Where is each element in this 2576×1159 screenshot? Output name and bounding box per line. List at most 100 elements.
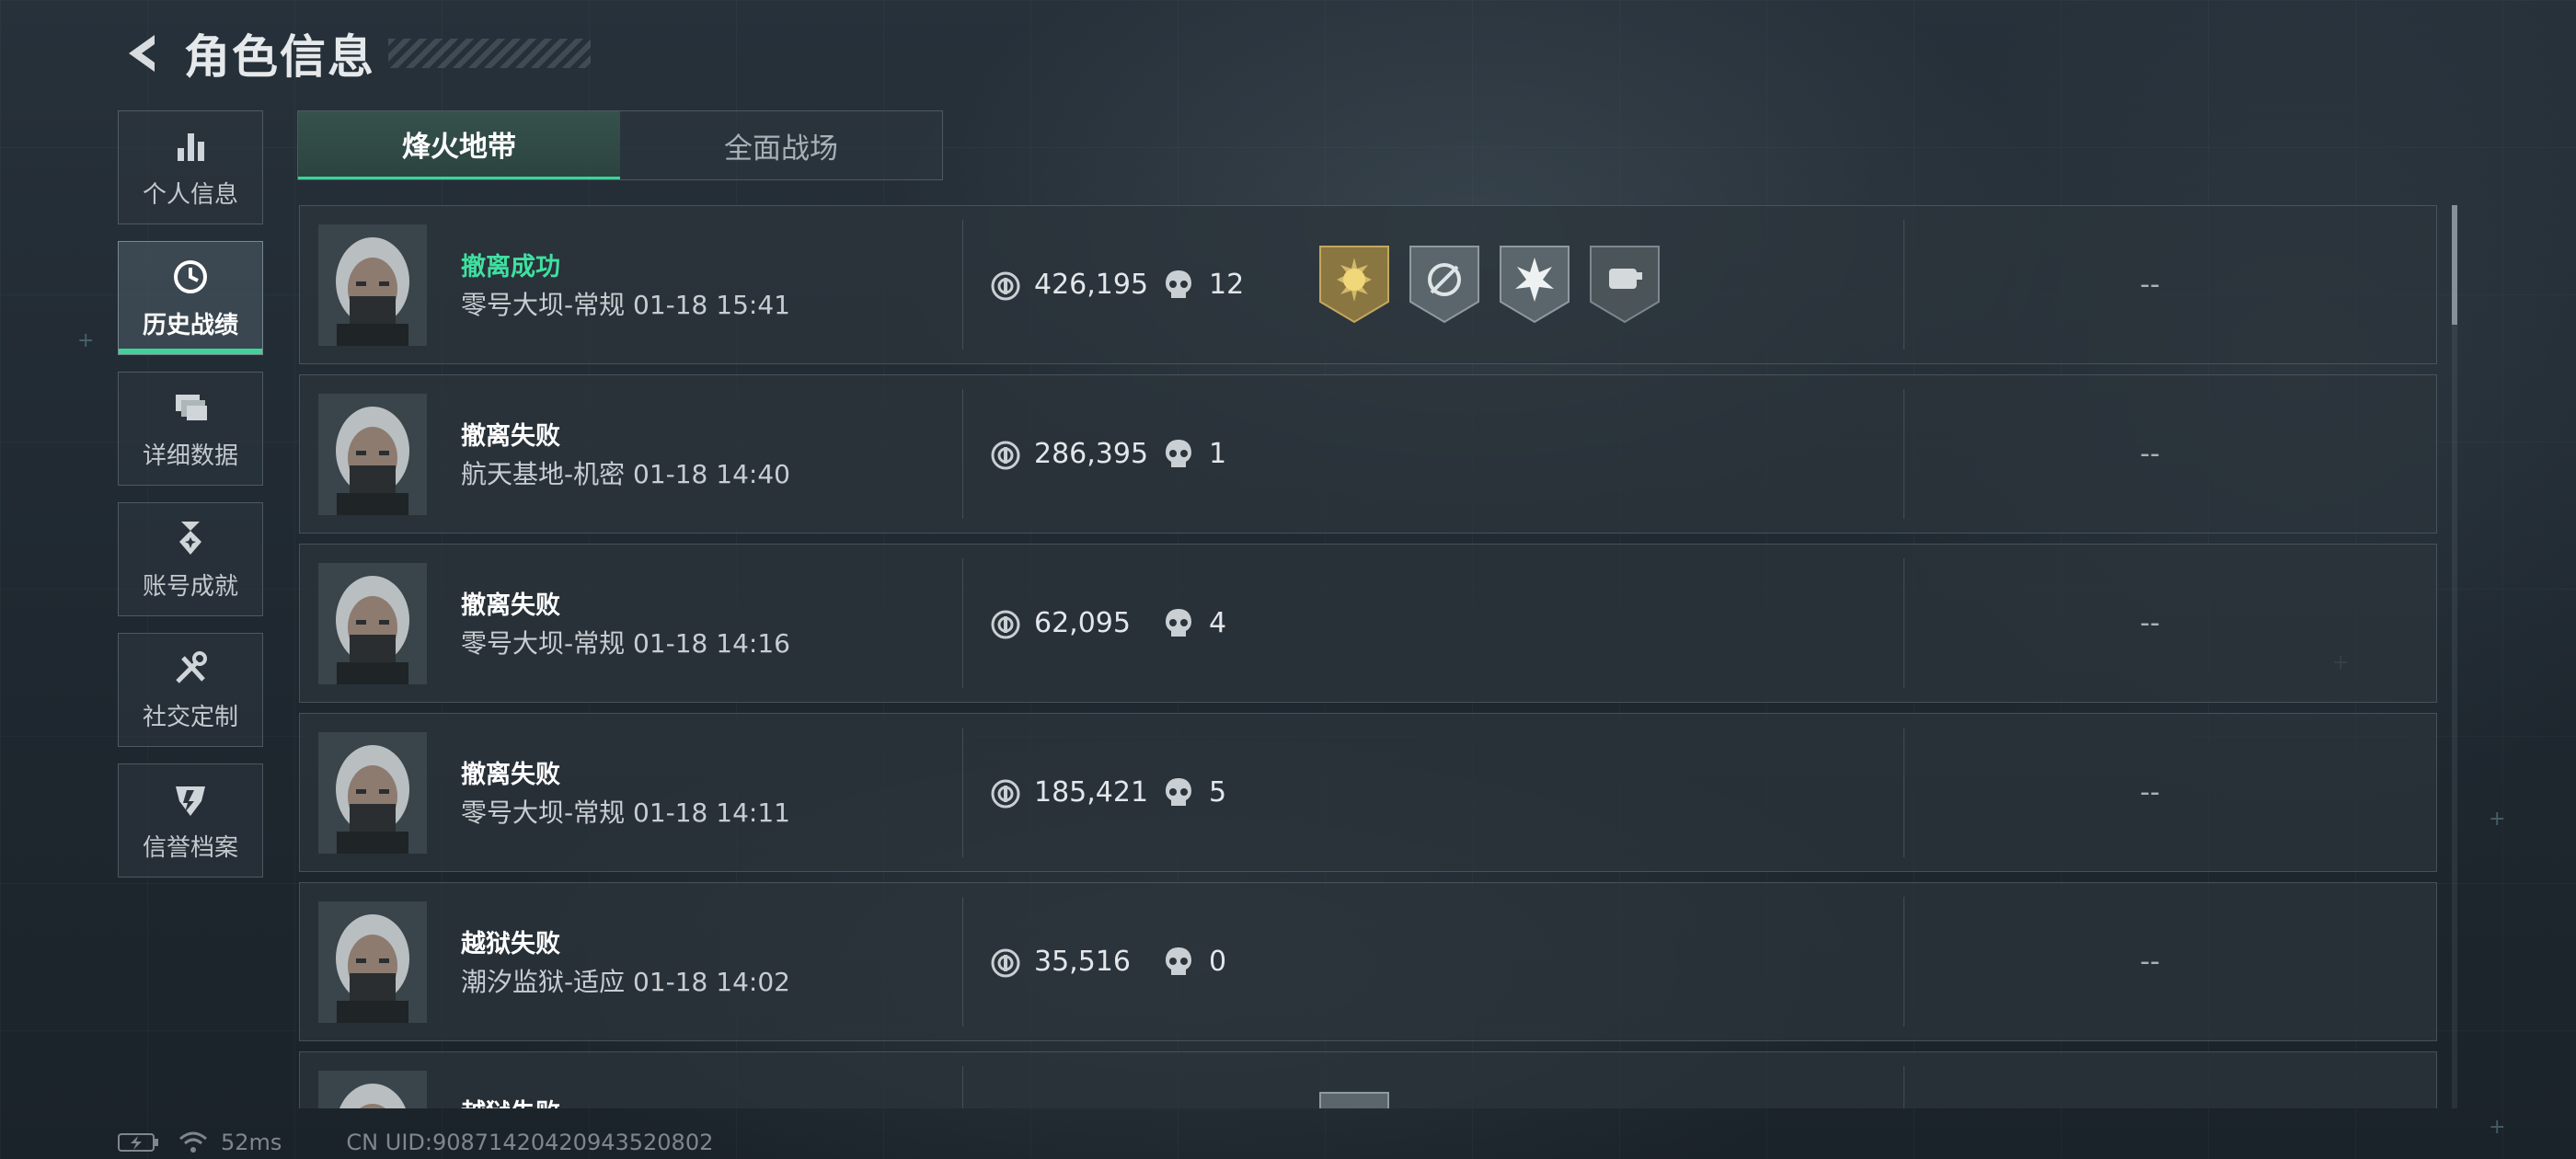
- medal-icon: [179, 521, 201, 555]
- page-header: 角色信息: [118, 20, 591, 86]
- divider: [962, 220, 963, 350]
- skull-icon: [1166, 609, 1191, 637]
- mode-tabs: 烽火地带 全面战场: [297, 110, 943, 180]
- page-title: 角色信息: [184, 30, 375, 84]
- burst-badge-icon[interactable]: [1499, 245, 1570, 324]
- coin-icon: [991, 779, 1020, 809]
- extra-value: --: [2140, 438, 2160, 470]
- sidebar-item-achievements[interactable]: 账号成就: [118, 502, 263, 616]
- loot-value: 185,421: [1034, 776, 1149, 809]
- kill-count: 0: [1209, 946, 1227, 978]
- list-item[interactable]: 撤离成功 零号大坝-常规 01-18 15:41 426,195 12 --: [299, 205, 2437, 364]
- match-status: 越狱失败: [461, 1093, 560, 1108]
- skull-icon: [1166, 270, 1191, 298]
- sidebar: 个人信息 历史战绩 详细数据 账号成就 社交定制 信誉档案: [118, 110, 265, 894]
- status-bar: 52ms CN UID:9087142042094352080​2: [118, 1130, 713, 1155]
- divider: [962, 1066, 963, 1108]
- clock-history-icon: [174, 259, 207, 293]
- divider: [962, 558, 963, 688]
- list-item[interactable]: 撤离失败 航天基地-机密 01-18 14:40 286,395 1 --: [299, 374, 2437, 534]
- sidebar-item-reputation[interactable]: 信誉档案: [118, 763, 263, 878]
- divider: [962, 728, 963, 857]
- match-status: 撤离失败: [461, 422, 560, 451]
- tools-icon: [176, 650, 207, 683]
- tab-battlefield[interactable]: 全面战场: [620, 111, 942, 179]
- skull-icon: [1166, 440, 1191, 467]
- match-status: 撤离成功: [461, 253, 560, 281]
- sidebar-item-social[interactable]: 社交定制: [118, 633, 263, 747]
- loot-value: 35,516: [1034, 946, 1131, 978]
- sidebar-item-label: 详细数据: [142, 442, 238, 470]
- decor-cross-icon: +: [2489, 1116, 2506, 1139]
- decor-cross-icon: +: [77, 329, 95, 352]
- match-map-time: 零号大坝-常规 01-18 14:11: [461, 798, 790, 828]
- skull-icon: [1166, 947, 1191, 975]
- kill-count: 4: [1209, 607, 1227, 639]
- sidebar-item-personal-info[interactable]: 个人信息: [118, 110, 263, 224]
- battery-icon: [118, 1133, 158, 1152]
- decor-cross-icon: +: [2489, 808, 2506, 831]
- match-status: 撤离失败: [461, 761, 560, 789]
- kill-count: 5: [1209, 776, 1227, 809]
- divider: [1903, 220, 1904, 350]
- coin-icon: [991, 610, 1020, 639]
- coin-icon: [991, 441, 1020, 470]
- scrollbar-thumb[interactable]: [2452, 205, 2457, 325]
- divider: [1903, 1066, 1904, 1108]
- coin-icon: [991, 948, 1020, 978]
- match-map-time: 零号大坝-常规 01-18 15:41: [461, 290, 790, 320]
- kill-count: 12: [1209, 269, 1245, 301]
- sidebar-item-label: 信誉档案: [142, 833, 238, 862]
- divider: [962, 897, 963, 1027]
- ping-readout: 52ms: [221, 1130, 282, 1155]
- list-item[interactable]: 越狱失败: [299, 1051, 2437, 1108]
- divider: [1903, 728, 1904, 857]
- coin-icon: [991, 271, 1020, 301]
- skull-icon: [1166, 778, 1191, 806]
- badge-group: [1318, 1091, 1390, 1108]
- sidebar-item-label: 历史战绩: [142, 311, 238, 339]
- operator-avatar: [318, 1071, 427, 1108]
- operator-avatar: [318, 394, 427, 515]
- list-item[interactable]: 撤离失败 零号大坝-常规 01-18 14:11 185,421 5 --: [299, 713, 2437, 872]
- kill-count: 1: [1209, 438, 1227, 470]
- list-item[interactable]: 撤离失败 零号大坝-常规 01-18 14:16 62,095 4 --: [299, 544, 2437, 703]
- divider: [962, 389, 963, 519]
- badge-group: [1318, 245, 1661, 324]
- scrollbar[interactable]: [2452, 205, 2457, 1108]
- loot-value: 286,395: [1034, 438, 1149, 470]
- shield-emblem-icon: [176, 786, 205, 816]
- match-history-list: 撤离成功 零号大坝-常规 01-18 15:41 426,195 12 -- 撤…: [299, 205, 2437, 1108]
- divider: [1903, 389, 1904, 519]
- fist-badge-icon[interactable]: [1589, 245, 1661, 324]
- loot-value: 62,095: [1034, 607, 1131, 639]
- operator-avatar: [318, 563, 427, 684]
- match-status: 越狱失败: [461, 930, 560, 958]
- partial-badge-icon[interactable]: [1318, 1091, 1390, 1108]
- extra-value: --: [2140, 776, 2160, 809]
- bar-chart-icon: [178, 132, 204, 161]
- uid-text: CN UID:9087142042094352080​2: [346, 1130, 714, 1155]
- wifi-icon: [179, 1131, 207, 1153]
- sidebar-item-label: 个人信息: [142, 180, 238, 209]
- operator-avatar: [318, 901, 427, 1023]
- title-decoration: [388, 39, 591, 68]
- tab-warzone[interactable]: 烽火地带: [298, 111, 620, 179]
- stacked-cards-icon: [176, 394, 207, 420]
- crosshair-badge-icon[interactable]: [1409, 245, 1480, 324]
- sidebar-item-label: 社交定制: [142, 703, 238, 731]
- list-item[interactable]: 越狱失败 潮汐监狱-适应 01-18 14:02 35,516 0 --: [299, 882, 2437, 1041]
- extra-value: --: [2140, 946, 2160, 978]
- sidebar-item-match-history[interactable]: 历史战绩: [118, 241, 263, 355]
- divider: [1903, 558, 1904, 688]
- loot-value: 426,195: [1034, 269, 1149, 301]
- match-map-time: 潮汐监狱-适应 01-18 14:02: [461, 967, 790, 997]
- divider: [1903, 897, 1904, 1027]
- operator-avatar: [318, 732, 427, 854]
- match-status: 撤离失败: [461, 591, 560, 620]
- back-arrow-icon[interactable]: [118, 28, 169, 79]
- operator-avatar: [318, 224, 427, 346]
- gold-sun-badge-icon[interactable]: [1318, 245, 1390, 324]
- sidebar-item-detailed-data[interactable]: 详细数据: [118, 372, 263, 486]
- extra-value: --: [2140, 269, 2160, 301]
